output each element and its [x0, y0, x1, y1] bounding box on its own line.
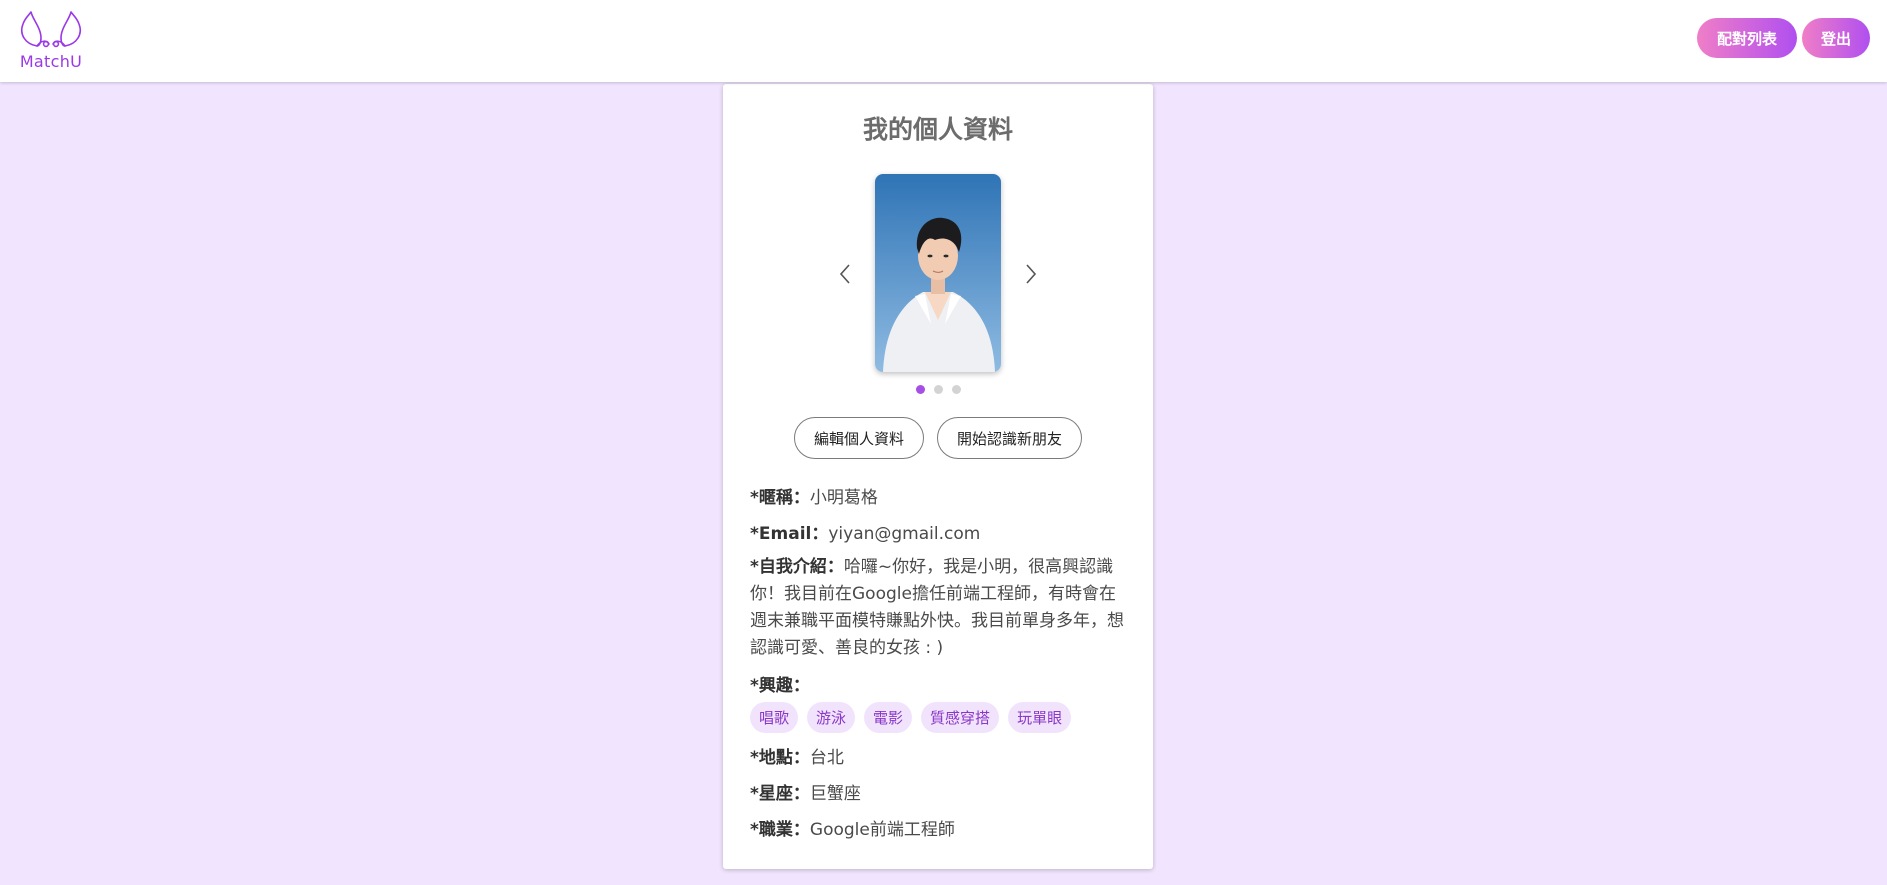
- profile-card: 我的個人資料 編輯個人資料 開始認識新朋友 *暱稱：小明葛格 *Email：yi…: [723, 84, 1153, 869]
- profile-actions: 編輯個人資料 開始認識新朋友: [723, 417, 1153, 459]
- profile-photo: [875, 174, 1001, 372]
- carousel-indicators: [723, 385, 1153, 394]
- hobby-tags: 唱歌 游泳 電影 質感穿搭 玩單眼: [750, 702, 1072, 733]
- location-value: 台北: [809, 748, 844, 768]
- nickname-label: *暱稱：: [750, 488, 810, 508]
- hobby-tag: 玩單眼: [1008, 702, 1072, 733]
- job-row: *職業：Google前端工程師: [750, 815, 955, 840]
- carousel-dot[interactable]: [933, 385, 943, 394]
- job-value: Google前端工程師: [809, 820, 955, 840]
- email-value: yiyan@gmail.com: [828, 524, 981, 544]
- location-label: *地點：: [750, 748, 810, 768]
- nickname-value: 小明葛格: [809, 488, 878, 508]
- carousel-next-button[interactable]: [1019, 259, 1043, 289]
- zodiac-label: *星座：: [750, 784, 810, 804]
- logout-button[interactable]: 登出: [1802, 18, 1870, 58]
- intro-label: *自我介紹：: [750, 557, 844, 577]
- nickname-row: *暱稱：小明葛格: [750, 483, 878, 508]
- location-row: *地點：台北: [750, 743, 844, 768]
- carousel-prev-button[interactable]: [833, 259, 857, 289]
- hobbies-label: *興趣：: [750, 676, 810, 696]
- carousel-dot[interactable]: [951, 385, 961, 394]
- hobby-tag: 質感穿搭: [921, 702, 1000, 733]
- page-title: 我的個人資料: [862, 115, 1013, 144]
- hobby-tag: 游泳: [807, 702, 856, 733]
- top-navbar: MatchU 配對列表 登出: [0, 0, 1887, 82]
- hobby-tag: 電影: [864, 702, 913, 733]
- hobby-tag: 唱歌: [750, 702, 799, 733]
- job-label: *職業：: [750, 820, 810, 840]
- match-list-button[interactable]: 配對列表: [1697, 18, 1797, 58]
- brand-name: MatchU: [19, 52, 83, 71]
- email-label: *Email：: [750, 524, 829, 544]
- discover-friends-button[interactable]: 開始認識新朋友: [937, 417, 1083, 459]
- brand-logo[interactable]: MatchU: [18, 10, 84, 74]
- zodiac-row: *星座：巨蟹座: [750, 779, 861, 804]
- chevron-left-icon: [839, 264, 850, 284]
- carousel-dot[interactable]: [915, 385, 925, 394]
- edit-profile-button[interactable]: 編輯個人資料: [793, 417, 924, 459]
- hobbies-row: *興趣：: [750, 671, 810, 696]
- intro-row: *自我介紹：哈囉~你好，我是小明，很高興認識你！我目前在Google擔任前端工程…: [750, 554, 1130, 662]
- zodiac-value: 巨蟹座: [809, 784, 861, 804]
- butterfly-icon: [21, 11, 81, 48]
- email-row: *Email：yiyan@gmail.com: [750, 519, 980, 544]
- chevron-right-icon: [1026, 264, 1037, 284]
